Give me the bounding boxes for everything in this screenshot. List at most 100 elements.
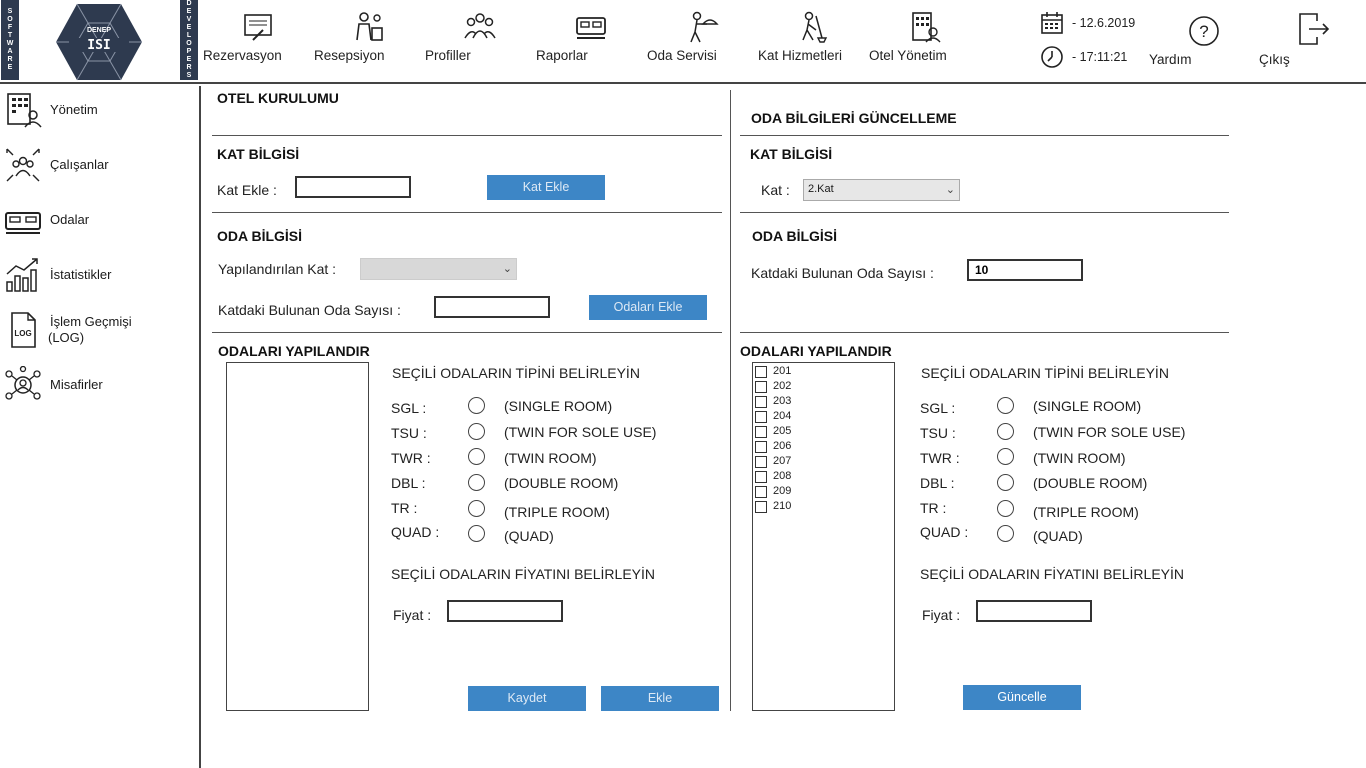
room-number: 204 <box>773 410 792 422</box>
room-checkbox[interactable] <box>755 471 767 483</box>
room-checkbox[interactable] <box>755 456 767 468</box>
right-oda-sayisi-label: Katdaki Bulunan Oda Sayısı : <box>751 265 934 281</box>
company-logo: SOFTWARE ISI DENEP DEVELOPERS <box>0 0 200 84</box>
sidebar-item-log[interactable]: LOG İşlem Geçmişi (LOG) <box>4 308 194 352</box>
top-bar: SOFTWARE ISI DENEP DEVELOPERS Rezervasyo… <box>0 0 1366 84</box>
panel-divider <box>730 90 731 711</box>
room-number: 210 <box>773 500 792 512</box>
left-type-desc: (DOUBLE ROOM) <box>504 475 619 491</box>
kat-ekle-button[interactable]: Kat Ekle <box>487 175 605 200</box>
logo-strip-software: SOFTWARE <box>1 0 19 80</box>
calendar-icon <box>1041 12 1063 34</box>
room-checkbox[interactable] <box>755 441 767 453</box>
right-type-desc: (TWIN ROOM) <box>1033 450 1126 466</box>
sidebar-item-calisanlar[interactable]: Çalışanlar <box>4 143 194 187</box>
odalari-ekle-button[interactable]: Odaları Ekle <box>589 295 707 320</box>
room-checkbox[interactable] <box>755 381 767 393</box>
kaydet-button[interactable]: Kaydet <box>468 686 586 711</box>
divider <box>212 212 722 213</box>
kat-ekle-label: Kat Ekle : <box>217 182 277 198</box>
room-checkbox[interactable] <box>755 411 767 423</box>
date-display: - 12.6.2019 <box>1040 11 1135 35</box>
exit-button[interactable]: Çıkış <box>1259 12 1366 78</box>
right-radio-dbl[interactable] <box>997 474 1014 491</box>
time-text: - 17:11:21 <box>1072 50 1128 64</box>
svg-text:?: ? <box>1199 22 1208 41</box>
right-radio-tr[interactable] <box>997 500 1014 517</box>
nav-profiller[interactable]: Profiller <box>425 10 535 76</box>
right-room-checklist[interactable]: 201 202 203 204 205 206 207 208 209 210 <box>752 362 895 711</box>
sidebar-item-yonetim[interactable]: Yönetim <box>4 88 194 132</box>
left-oda-sayisi-label: Katdaki Bulunan Oda Sayısı : <box>218 302 401 318</box>
kat-select[interactable]: 2.Kat ⌄ <box>803 179 960 201</box>
right-radio-tsu[interactable] <box>997 423 1014 440</box>
help-button[interactable]: ? Yardım <box>1149 14 1259 80</box>
room-number: 203 <box>773 395 792 407</box>
oda-bilgileri-guncelleme-title: ODA BİLGİLERİ GÜNCELLEME <box>751 110 957 126</box>
left-kat-bilgisi-heading: KAT BİLGİSİ <box>217 146 300 162</box>
left-radio-tr[interactable] <box>468 500 485 517</box>
sidebar-item-log-label: İşlem Geçmişi (LOG) <box>48 314 132 345</box>
right-kat-bilgisi-heading: KAT BİLGİSİ <box>750 146 833 162</box>
right-price-title: SEÇİLİ ODALARIN FİYATINI BELİRLEYİN <box>920 566 1184 582</box>
yapilandirilan-kat-select[interactable]: ⌄ <box>360 258 517 280</box>
nav-kat-hizmetleri[interactable]: Kat Hizmetleri <box>758 10 868 76</box>
room-checkbox[interactable] <box>755 366 767 378</box>
svg-text:LOG: LOG <box>14 329 31 338</box>
ekle-button[interactable]: Ekle <box>601 686 719 711</box>
nav-oda-servisi[interactable]: Oda Servisi <box>647 10 757 76</box>
guncelle-button[interactable]: Güncelle <box>963 685 1081 710</box>
left-odalari-yapilandir-heading: ODALARI YAPILANDIR <box>218 343 370 359</box>
kat-ekle-input[interactable] <box>295 176 411 198</box>
date-text: - 12.6.2019 <box>1072 16 1136 30</box>
kat-select-value: 2.Kat <box>808 183 834 195</box>
nav-raporlar[interactable]: Raporlar <box>536 10 646 76</box>
left-price-input[interactable] <box>447 600 563 622</box>
nav-rezervasyon[interactable]: Rezervasyon <box>203 10 313 76</box>
reports-icon <box>576 17 606 39</box>
left-type-desc: (TWIN FOR SOLE USE) <box>504 424 657 440</box>
right-radio-sgl[interactable] <box>997 397 1014 414</box>
nav-resepsiyon[interactable]: Resepsiyon <box>314 10 424 76</box>
left-room-listbox[interactable] <box>226 362 369 711</box>
room-number: 207 <box>773 455 792 467</box>
right-type-title: SEÇİLİ ODALARIN TİPİNİ BELİRLEYİN <box>921 365 1169 381</box>
room-number: 206 <box>773 440 792 452</box>
right-radio-twr[interactable] <box>997 448 1014 465</box>
room-checkbox[interactable] <box>755 486 767 498</box>
left-radio-twr[interactable] <box>468 448 485 465</box>
management-icon <box>7 93 42 128</box>
right-price-input[interactable] <box>976 600 1092 622</box>
reception-icon <box>356 12 383 41</box>
left-type-code: TR : <box>391 500 418 516</box>
left-radio-quad[interactable] <box>468 525 485 542</box>
hotel-management-icon <box>912 12 941 43</box>
room-checkbox[interactable] <box>755 501 767 513</box>
left-type-code: SGL : <box>391 400 427 416</box>
sidebar-item-odalar[interactable]: Odalar <box>4 198 194 242</box>
room-number: 205 <box>773 425 792 437</box>
nav-otel-yonetim[interactable]: Otel Yönetim <box>869 10 979 76</box>
help-icon: ? <box>1189 16 1219 46</box>
log-icon: LOG <box>11 312 36 348</box>
svg-text:DENEP: DENEP <box>87 27 111 34</box>
sidebar-item-istatistikler[interactable]: İstatistikler <box>4 253 194 297</box>
employees-icon <box>6 148 40 182</box>
room-service-icon <box>690 11 719 43</box>
room-number: 202 <box>773 380 792 392</box>
guests-icon <box>5 366 41 400</box>
left-radio-dbl[interactable] <box>468 474 485 491</box>
left-radio-sgl[interactable] <box>468 397 485 414</box>
left-type-desc: (SINGLE ROOM) <box>504 398 613 414</box>
left-oda-sayisi-input[interactable] <box>434 296 550 318</box>
left-type-code: QUAD : <box>391 524 440 540</box>
right-radio-quad[interactable] <box>997 525 1014 542</box>
chevron-down-icon: ⌄ <box>502 263 512 275</box>
room-checkbox[interactable] <box>755 426 767 438</box>
room-checkbox[interactable] <box>755 396 767 408</box>
divider <box>212 135 722 136</box>
left-radio-tsu[interactable] <box>468 423 485 440</box>
left-oda-bilgisi-heading: ODA BİLGİSİ <box>217 228 303 244</box>
sidebar-item-misafirler[interactable]: Misafirler <box>4 363 194 407</box>
right-oda-sayisi-input[interactable] <box>967 259 1083 281</box>
